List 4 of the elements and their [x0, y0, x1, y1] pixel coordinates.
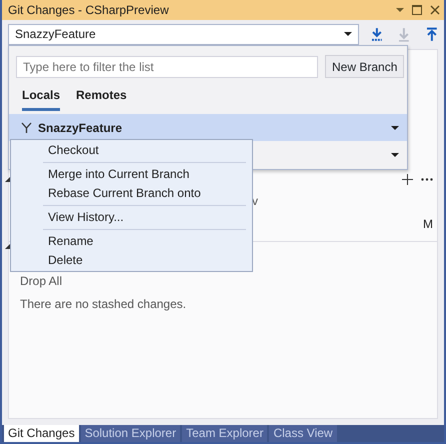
status-letter: M	[423, 216, 433, 233]
window-title: Git Changes - CSharpPreview	[8, 2, 170, 19]
branch-name: SnazzyFeature	[38, 120, 122, 136]
empty-message: There are no stashed changes.	[19, 296, 186, 313]
